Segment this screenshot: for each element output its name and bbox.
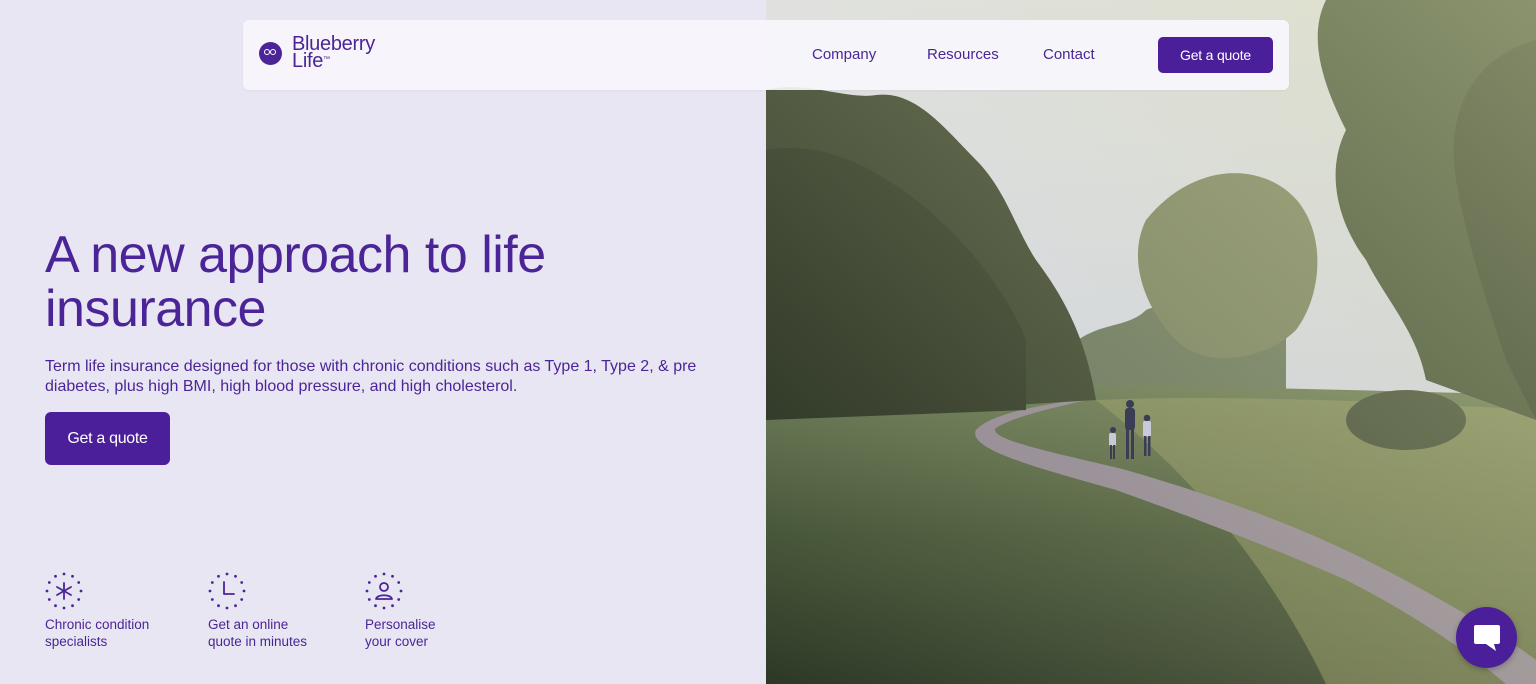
feature-line1: Personalise (365, 617, 436, 632)
feature-personalise-cover: Personalise your cover (365, 572, 505, 650)
nav-link-contact[interactable]: Contact (1043, 46, 1095, 63)
person-dotted-circle-icon (365, 572, 403, 610)
feature-text: Get an online quote in minutes (208, 616, 348, 650)
hero-title: A new approach to life insurance (45, 228, 685, 336)
brand-logo[interactable]: Blueberry Life™ (259, 34, 375, 72)
feature-line1: Get an online (208, 617, 289, 632)
top-navigation: Blueberry Life™ Company Resources Contac… (243, 20, 1289, 90)
feature-line2: quote in minutes (208, 634, 308, 649)
brand-wordmark: Blueberry Life™ (292, 34, 375, 72)
feature-text: Personalise your cover (365, 616, 505, 650)
feature-line1: Chronic condition (45, 617, 150, 632)
hero-subtitle-line1: Term life insurance designed for those w… (45, 358, 697, 375)
feature-chronic-specialists: Chronic condition specialists (45, 572, 185, 650)
clock-dotted-circle-icon (208, 572, 246, 610)
brand-line2: Life (292, 50, 324, 72)
asterisk-dotted-circle-icon (45, 572, 83, 610)
hero-photo (766, 0, 1536, 684)
feature-line2: specialists (45, 634, 108, 649)
blueberry-logo-icon (259, 41, 282, 65)
brand-trademark: ™ (323, 56, 330, 63)
hero-subtitle: Term life insurance designed for those w… (45, 357, 725, 397)
hero-subtitle-line2: diabetes, plus high BMI, high blood pres… (45, 378, 518, 395)
feature-line2: your cover (365, 634, 429, 649)
nav-link-company[interactable]: Company (812, 46, 876, 63)
nav-get-quote-button[interactable]: Get a quote (1158, 37, 1273, 73)
chat-bubble-icon (1473, 624, 1500, 651)
hero-photo-illustration (766, 0, 1536, 684)
hero-title-line2: insurance (45, 280, 266, 338)
nav-link-resources[interactable]: Resources (927, 46, 999, 63)
feature-text: Chronic condition specialists (45, 616, 185, 650)
brand-line2-wrap: Life™ (292, 50, 375, 72)
hero-get-quote-button[interactable]: Get a quote (45, 412, 170, 465)
feature-online-quote: Get an online quote in minutes (208, 572, 348, 650)
chat-launcher-button[interactable] (1456, 607, 1517, 668)
hero-title-line1: A new approach to life (45, 226, 546, 284)
